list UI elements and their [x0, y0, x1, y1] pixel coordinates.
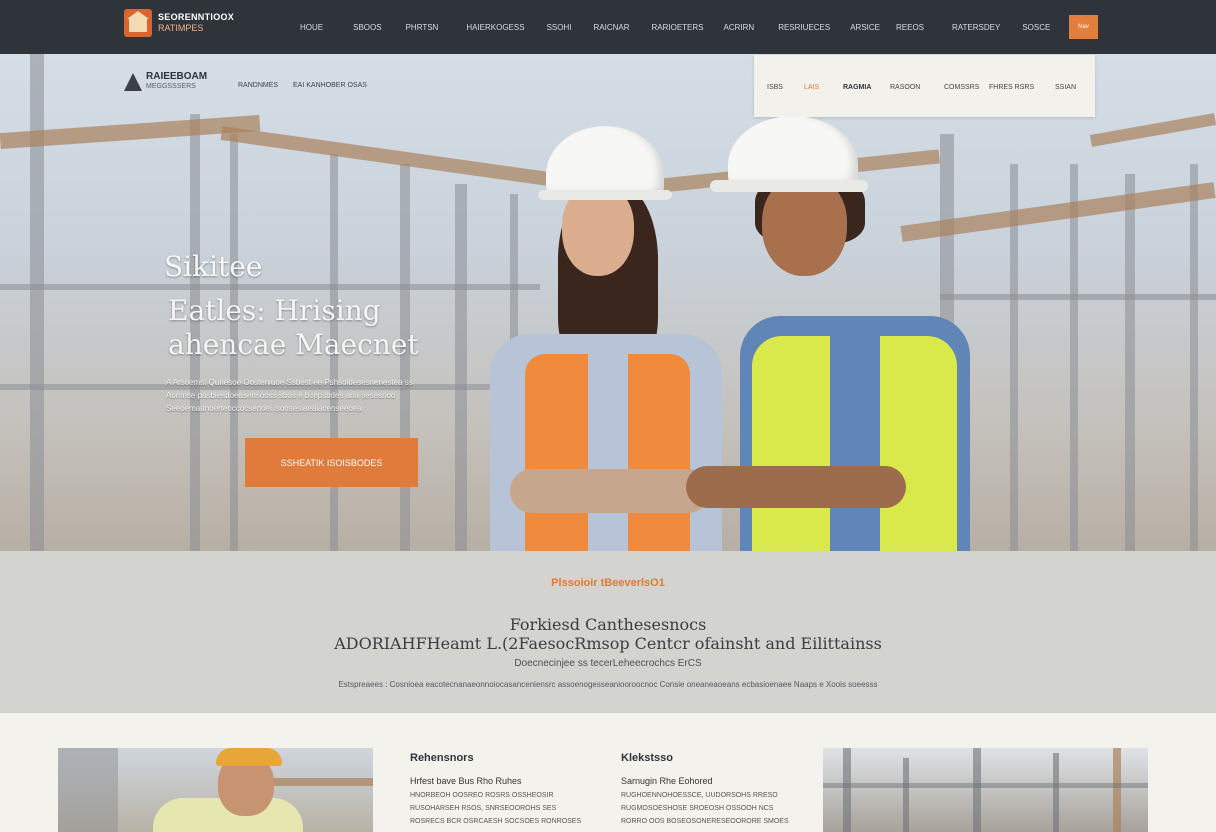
feature-line: RUSOHARSEH RSOS, SNRSEOOROHS SES	[410, 805, 557, 812]
feature-subtitle: Hrfest bave Bus Rho Ruhes	[410, 776, 522, 786]
feature-column: Klekstsso Sarnugin Rhe Eohored RUGHOENNO…	[621, 748, 811, 825]
brand-subtitle: RATIMPES	[158, 23, 204, 33]
secondary-nav-item[interactable]: FHRES RSRS	[989, 84, 1034, 91]
worker-photo	[58, 748, 373, 832]
intro-title-line: Forkiesd Canthesesnocs	[509, 615, 707, 634]
feature-line: RUGHOENNOHOESSCE, UUDORSOHS RRESO	[621, 792, 778, 799]
hero-description-line: Seeoemaanoerteoccocsenoei isonsesiaeaiac…	[166, 404, 362, 413]
secondary-logo-text: RAIEEBOAM MEGGSSSERS	[146, 72, 207, 92]
brand-text: SEORENNTIOOX RATIMPES	[158, 12, 234, 34]
nav-item[interactable]: RATERSDEY	[952, 23, 1000, 32]
brand-logo[interactable]: SEORENNTIOOX RATIMPES	[124, 9, 234, 37]
main-menu: HOUE SBOOS PHRTSN HAIERKOGESS SSOHI RAIC…	[300, 23, 1050, 32]
intro-text: Estspreaees : Cosnioea eacotecnanaeonnoi…	[338, 680, 878, 689]
secondary-navigation: ISBS LAIS RAGMIA RASOON COMSSRS FHRES RS…	[754, 55, 1095, 117]
hero-description: A Arsoems: Qunesoe Oosteniuoe Ssbest ee …	[166, 376, 486, 415]
nav-item[interactable]: REEOS	[896, 23, 924, 32]
feature-column: Rehensnors Hrfest bave Bus Rho Ruhes HNO…	[410, 748, 600, 825]
hero-description-line: Aomnse pasbiesdoeasensooss sbos e bcepsb…	[166, 391, 396, 400]
secondary-link[interactable]: EAI KANHOBER OSAS	[293, 82, 367, 89]
section-divider	[0, 713, 1216, 748]
secondary-nav-item-active[interactable]: LAIS	[804, 84, 819, 91]
nav-item[interactable]: ARSICE	[850, 23, 880, 32]
nav-item[interactable]: PHRTSN	[406, 23, 439, 32]
nav-item[interactable]: HAIERKOGESS	[466, 23, 524, 32]
feature-title: Rehensnors	[410, 752, 474, 764]
feature-line: ROSRECS BCR OSRCAESH SOCSOES RONROSES	[410, 818, 582, 825]
feature-line: RORRO OOS BOSEOSONERESEOORORE SMOES	[621, 818, 789, 825]
house-logo-icon	[124, 9, 152, 37]
secondary-logo-name: RAIEEBOAM	[146, 71, 208, 82]
hero-title-line: ahencae Maecnet	[168, 328, 419, 361]
intro-title: Forkiesd Canthesesnocs ADORIAHFHeamt L.(…	[0, 615, 1216, 653]
nav-cta-button[interactable]: Nav	[1069, 15, 1098, 39]
nav-item[interactable]: RESRIUECES	[778, 23, 830, 32]
intro-kicker: Plssoioir tBeeverlsO1	[551, 577, 665, 589]
nav-item[interactable]: RARIOETERS	[652, 23, 704, 32]
secondary-nav-item[interactable]: RASOON	[890, 84, 920, 91]
secondary-nav-item[interactable]: ISBS	[767, 84, 783, 91]
top-navigation-bar: SEORENNTIOOX RATIMPES HOUE SBOOS PHRTSN …	[0, 0, 1216, 54]
hero-cta-button[interactable]: SSHEATIK ISOISBODES	[245, 438, 418, 487]
secondary-logo-sub: MEGGSSSERS	[146, 83, 196, 90]
worker-man-figure	[686, 116, 980, 551]
hero-section: RAIEEBOAM MEGGSSSERS RANDNMES EAI KANHOB…	[0, 54, 1216, 551]
nav-item[interactable]: SOSCE	[1022, 23, 1050, 32]
secondary-nav-item[interactable]: COMSSRS	[944, 84, 979, 91]
features-section: Rehensnors Hrfest bave Bus Rho Ruhes HNO…	[0, 748, 1216, 832]
nav-item[interactable]: RAICNAR	[593, 23, 629, 32]
hero-title-line: Eatles: Hrising	[168, 294, 381, 327]
feature-title: Klekstsso	[621, 752, 673, 764]
secondary-link[interactable]: RANDNMES	[238, 82, 278, 89]
secondary-nav-item[interactable]: RAGMIA	[843, 84, 871, 91]
secondary-nav-item[interactable]: SSIAN	[1055, 84, 1076, 91]
secondary-logo[interactable]: RAIEEBOAM MEGGSSSERS	[124, 72, 207, 92]
nav-item[interactable]: SBOOS	[353, 23, 381, 32]
hero-description-line: A Arsoems: Qunesoe Oosteniuoe Ssbest ee …	[166, 378, 413, 387]
roof-logo-icon	[124, 73, 142, 91]
brand-name: SEORENNTIOOX	[158, 12, 235, 22]
intro-section: Plssoioir tBeeverlsO1 Forkiesd Cantheses…	[0, 551, 1216, 713]
nav-item[interactable]: SSOHI	[547, 23, 572, 32]
nav-item[interactable]: HOUE	[300, 23, 323, 32]
feature-subtitle: Sarnugin Rhe Eohored	[621, 776, 713, 786]
hero-title: Eatles: Hrising ahencae Maecnet	[168, 294, 419, 362]
intro-subtitle: Doecnecinjee ss tecerLeheecrochcs ErCS	[514, 658, 702, 669]
construction-site-photo	[823, 748, 1148, 832]
intro-title-line: ADORIAHFHeamt L.(2FaesocRmsop Centcr ofa…	[334, 634, 882, 653]
nav-item[interactable]: ACRIRN	[724, 23, 755, 32]
hero-kicker: Sikitee	[164, 250, 263, 283]
feature-line: RUGMOSOESHOSE SROEOSH OSSOOH NCS	[621, 805, 774, 812]
feature-line: HNORBEOH OOSREO ROSRS OSSHEOSIR	[410, 792, 554, 799]
